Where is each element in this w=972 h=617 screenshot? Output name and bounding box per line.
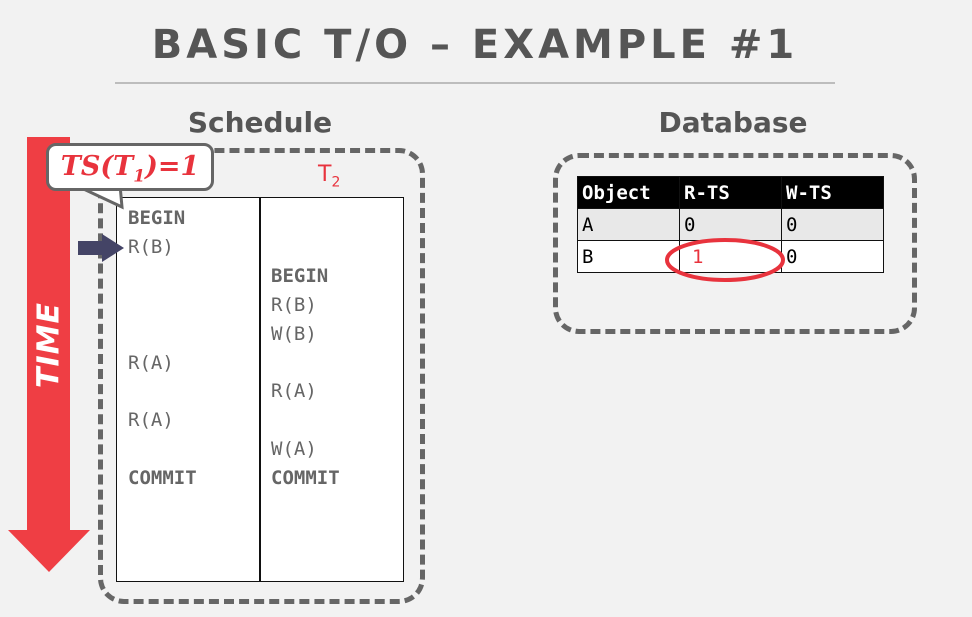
schedule-heading: Schedule — [187, 106, 333, 139]
column-header: Object — [577, 176, 680, 209]
timestamp-callout: TS(T1)=1 — [46, 143, 214, 191]
slide-title: BASIC T/O – EXAMPLE #1 — [151, 22, 799, 68]
current-step-arrow-icon — [78, 234, 124, 262]
t2-label: T2 — [318, 162, 341, 191]
schedule-op: R(B) — [271, 293, 317, 316]
column-divider — [259, 198, 261, 581]
schedule-op: R(A) — [128, 351, 174, 374]
highlight-ellipse — [665, 238, 785, 282]
cell: 0 — [781, 208, 884, 241]
schedule-op: BEGIN — [271, 264, 329, 287]
schedule-op: BEGIN — [128, 207, 186, 229]
title-divider — [115, 82, 835, 84]
table-header: Object R-TS W-TS — [577, 176, 884, 209]
column-header: W-TS — [781, 176, 884, 209]
database-heading: Database — [658, 106, 808, 139]
time-label: TIME — [31, 302, 67, 388]
column-header: R-TS — [679, 176, 782, 209]
cell: 0 — [781, 240, 884, 273]
schedule-op: W(B) — [271, 322, 317, 345]
schedule-op: R(A) — [271, 380, 317, 403]
schedule-op: COMMIT — [128, 467, 197, 490]
schedule-op: W(A) — [271, 438, 317, 461]
schedule-op: R(B) — [128, 235, 174, 258]
schedule-op: R(A) — [128, 409, 174, 432]
schedule-op: COMMIT — [271, 467, 340, 490]
